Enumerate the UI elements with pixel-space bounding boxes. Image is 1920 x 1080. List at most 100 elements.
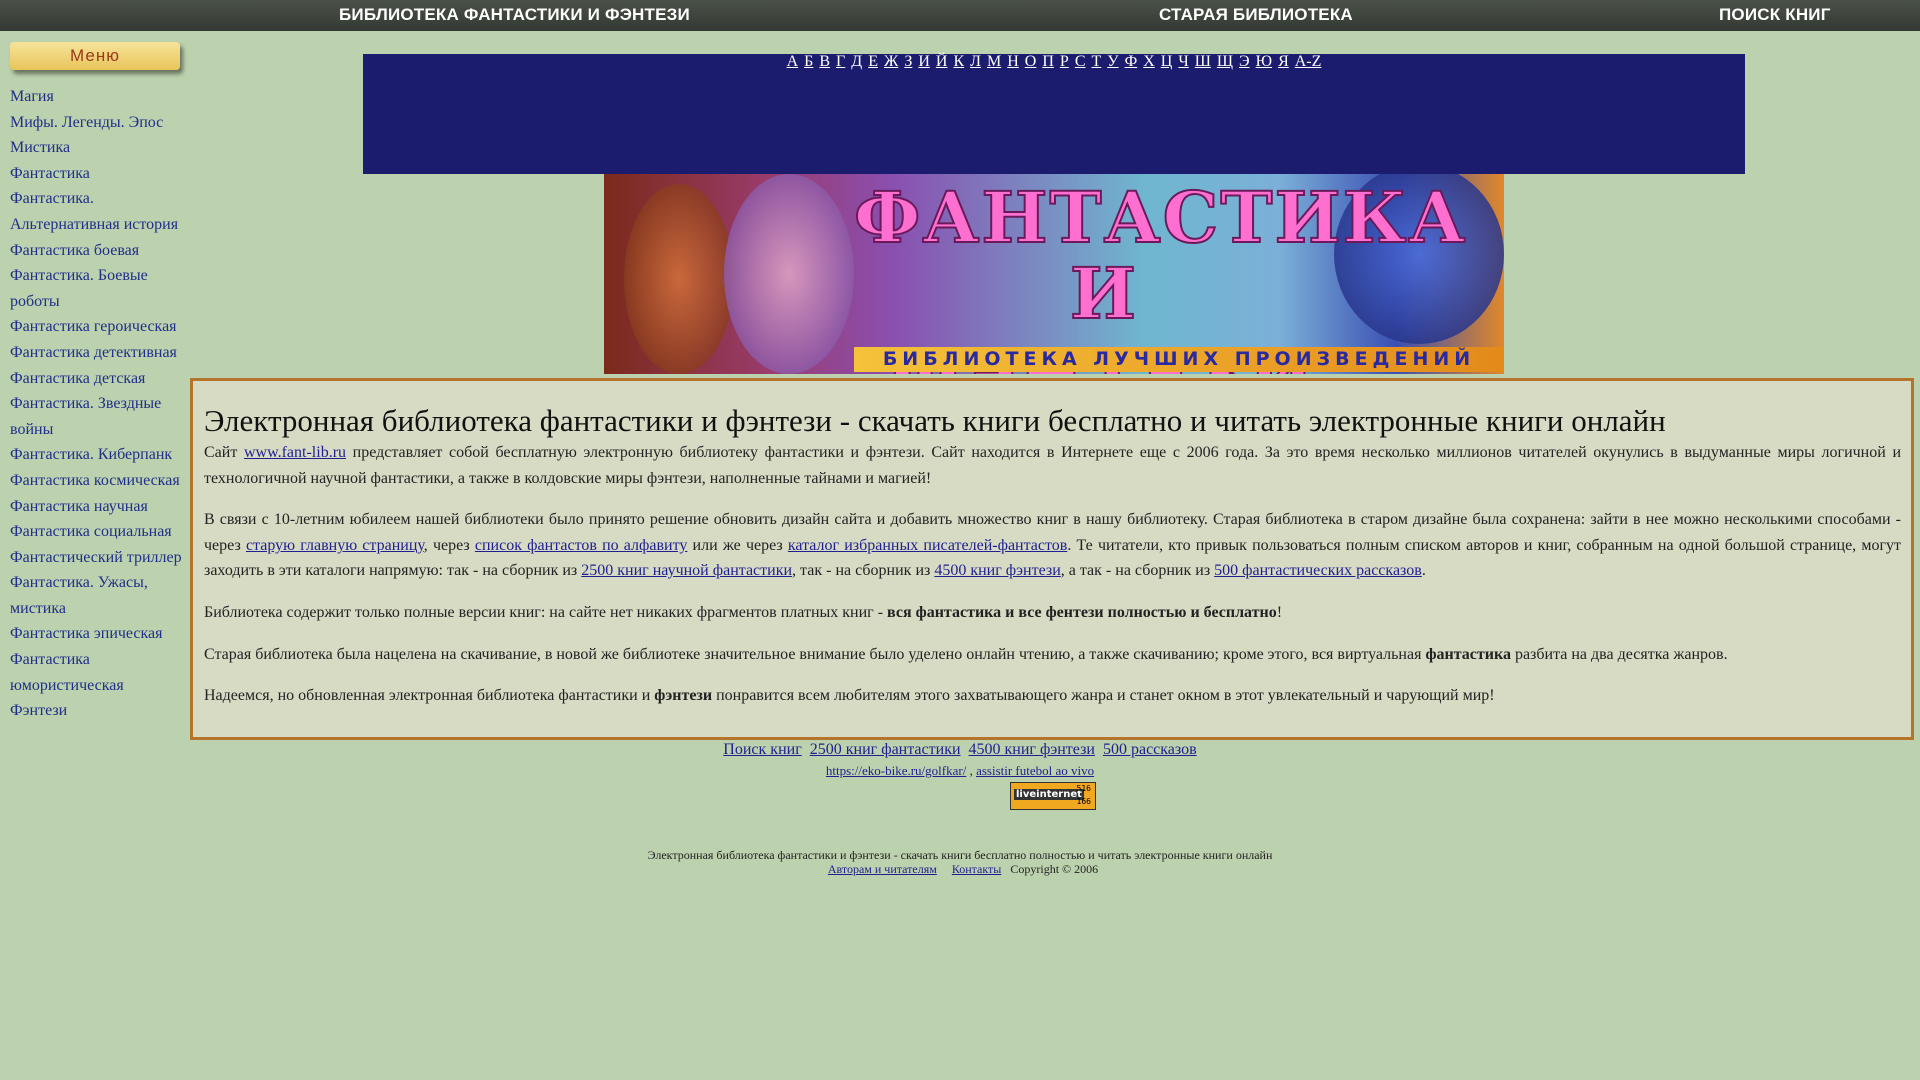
old-homepage-link[interactable]: старую главную страницу xyxy=(246,537,424,554)
scifi-collection-link[interactable]: 2500 книг научной фантастики xyxy=(581,562,792,579)
alphabet-letter-link[interactable]: Ч xyxy=(1178,53,1188,70)
alphabet-letter-link[interactable]: У xyxy=(1107,53,1118,70)
alphabet-links: А Б В Г Д Е Ж З И Й К Л М Н О П Р С Т У Ф Х Ц Ч Ш Щ Э Ю Я A-Z xyxy=(363,54,1745,70)
alphabet-letter-link[interactable]: Э xyxy=(1239,53,1250,70)
fantasy-collection-link[interactable]: 4500 книг фэнтези xyxy=(934,562,1060,579)
nav-library-link[interactable]: БИБЛИОТЕКА ФАНТАСТИКИ И ФЭНТЕЗИ xyxy=(339,5,690,25)
contacts-link[interactable]: Контакты xyxy=(952,862,1002,876)
authors-catalog-link[interactable]: каталог избранных писателей-фантастов xyxy=(788,537,1067,554)
genre-link-scifi[interactable]: Фантастика xyxy=(10,165,90,182)
intro-paragraph: Сайт www.fant-lib.ru представляет собой … xyxy=(204,440,1901,491)
text: , так - на сборник из xyxy=(792,562,935,580)
genre-link-mystic[interactable]: Мистика xyxy=(10,139,70,156)
external-link-ekobike[interactable]: https://eko-bike.ru/golfkar/ xyxy=(826,763,966,778)
alphabet-letter-link[interactable]: И xyxy=(918,53,930,70)
authors-alphabet-link[interactable]: список фантастов по алфавиту xyxy=(475,537,688,554)
bold-text: вся фантастика и все фентези полностью и… xyxy=(887,603,1277,621)
alphabet-letter-link[interactable]: В xyxy=(819,53,830,70)
genre-link-children[interactable]: Фантастика детская xyxy=(10,370,145,387)
liveinternet-counter[interactable]: liveinternet 516 166 xyxy=(1010,782,1096,810)
genre-link-myths[interactable]: Мифы. Легенды. Эпос xyxy=(10,114,163,131)
genre-link-epic[interactable]: Фантастика эпическая xyxy=(10,625,163,642)
text: , через xyxy=(423,536,475,554)
banner-subtitle: БИБЛИОТЕКА ЛУЧШИХ ПРОИЗВЕДЕНИЙ xyxy=(854,347,1504,372)
alphabet-letter-link[interactable]: Ц xyxy=(1161,53,1173,70)
alphabet-letter-link[interactable]: Щ xyxy=(1217,53,1233,70)
genre-item: Фэнтези xyxy=(10,698,190,724)
external-link-futebol[interactable]: assistir futebol ao vivo xyxy=(976,763,1094,778)
genre-link-horror[interactable]: Фантастика. Ужасы, мистика xyxy=(10,574,148,617)
footer-search-link[interactable]: Поиск книг xyxy=(723,741,801,758)
text: ! xyxy=(1276,603,1283,621)
alphabet-letter-link[interactable]: Ж xyxy=(884,53,898,70)
menu-button[interactable]: Меню xyxy=(10,42,180,70)
alphabet-letter-link[interactable]: П xyxy=(1042,53,1054,70)
alphabet-letter-link[interactable]: К xyxy=(953,53,964,70)
genre-link-thriller[interactable]: Фантастический триллер xyxy=(10,549,182,566)
genre-link-magic[interactable]: Магия xyxy=(10,88,54,105)
alphabet-letter-link[interactable]: Н xyxy=(1007,53,1019,70)
alphabet-letter-link[interactable]: Р xyxy=(1060,53,1069,70)
footer-fantasy-link[interactable]: 4500 книг фэнтези xyxy=(969,741,1095,758)
alphabet-letter-link[interactable]: Ф xyxy=(1125,53,1138,70)
genre-item: Фантастика детская xyxy=(10,366,190,392)
footer-bottom: Авторам и читателям Контакты Copyright ©… xyxy=(0,862,1920,877)
copyright-text: Copyright © 2006 xyxy=(1010,862,1099,876)
alphabet-letter-link[interactable]: Ю xyxy=(1256,53,1272,70)
genre-item: Фантастика эпическая xyxy=(10,621,190,647)
genre-link-heroic[interactable]: Фантастика героическая xyxy=(10,318,177,335)
genre-item: Фантастика боевая xyxy=(10,238,190,264)
text: понравится всем любителям этого захватыв… xyxy=(712,687,1495,705)
separator: , xyxy=(966,763,973,778)
genre-link-social[interactable]: Фантастика социальная xyxy=(10,523,172,540)
alphabet-letter-link[interactable]: Л xyxy=(970,53,981,70)
closing-paragraph: Надеемся, но обновленная электронная биб… xyxy=(204,683,1901,709)
alphabet-letter-link[interactable]: Я xyxy=(1278,53,1289,70)
genre-link-space[interactable]: Фантастика космическая xyxy=(10,472,180,489)
genre-link-fantasy[interactable]: Фэнтези xyxy=(10,702,67,719)
alphabet-letter-link[interactable]: М xyxy=(987,53,1001,70)
alphabet-letter-link[interactable]: З xyxy=(904,53,912,70)
alphabet-letter-link[interactable]: Т xyxy=(1091,53,1101,70)
site-url-link[interactable]: www.fant-lib.ru xyxy=(244,444,346,461)
heroine-figure-image xyxy=(724,174,854,374)
external-links: https://eko-bike.ru/golfkar/ , assistir … xyxy=(0,763,1920,779)
genre-link-science[interactable]: Фантастика научная xyxy=(10,498,148,515)
alphabet-letter-link[interactable]: A-Z xyxy=(1295,53,1322,70)
text: представляет собой бесплатную электронну… xyxy=(204,444,1902,487)
alphabet-letter-link[interactable]: С xyxy=(1075,53,1086,70)
top-navigation-bar: БИБЛИОТЕКА ФАНТАСТИКИ И ФЭНТЕЗИ СТАРАЯ Б… xyxy=(0,0,1920,31)
alphabet-letter-link[interactable]: Ш xyxy=(1195,53,1211,70)
nav-book-search-link[interactable]: ПОИСК КНИГ xyxy=(1719,5,1831,25)
alphabet-letter-link[interactable]: Й xyxy=(936,53,948,70)
genre-link-combat[interactable]: Фантастика боевая xyxy=(10,242,139,259)
footer-scifi-link[interactable]: 2500 книг фантастики xyxy=(810,741,961,758)
alphabet-letter-link[interactable]: Б xyxy=(804,53,813,70)
redesign-paragraph: В связи с 10-летним юбилеем нашей библио… xyxy=(204,507,1901,584)
alphabet-letter-link[interactable]: А xyxy=(787,53,799,70)
text: Надеемся, но обновленная электронная биб… xyxy=(204,687,655,705)
authors-readers-link[interactable]: Авторам и читателям xyxy=(828,862,937,876)
genre-link-cyberpunk[interactable]: Фантастика. Киберпанк xyxy=(10,446,172,463)
stories-collection-link[interactable]: 500 фантастических рассказов xyxy=(1214,562,1422,579)
alphabet-letter-link[interactable]: Е xyxy=(868,53,878,70)
genre-item: Фантастика xyxy=(10,161,190,187)
warrior-figure-image xyxy=(624,184,734,374)
bold-text: фэнтези xyxy=(654,687,713,705)
alphabet-letter-link[interactable]: Х xyxy=(1143,53,1155,70)
genre-link-robots[interactable]: Фантастика. Боевые роботы xyxy=(10,267,148,310)
footer-stories-link[interactable]: 500 рассказов xyxy=(1103,741,1197,758)
alphabet-letter-link[interactable]: О xyxy=(1025,53,1037,70)
alphabet-letter-link[interactable]: Г xyxy=(836,53,845,70)
alphabet-letter-link[interactable]: Д xyxy=(851,53,862,70)
nav-old-library-link[interactable]: СТАРАЯ БИБЛИОТЕКА xyxy=(1159,5,1353,25)
genre-item: Мистика xyxy=(10,135,190,161)
genre-link-alt-history[interactable]: Фантастика. Альтернативная история xyxy=(10,190,178,233)
banner-title-line1: ФАНТАСТИКА xyxy=(853,175,1468,260)
counter-value: 516 xyxy=(1076,784,1091,793)
genre-link-star-wars[interactable]: Фантастика. Звездные войны xyxy=(10,395,161,438)
site-banner: ФАНТАСТИКА И ФЭНТЕЗИ БИБЛИОТЕКА ЛУЧШИХ П… xyxy=(604,174,1504,374)
genre-link-humor[interactable]: Фантастика юмористическая xyxy=(10,651,124,694)
genre-link-detective[interactable]: Фантастика детективная xyxy=(10,344,177,361)
text: . xyxy=(1421,562,1426,580)
